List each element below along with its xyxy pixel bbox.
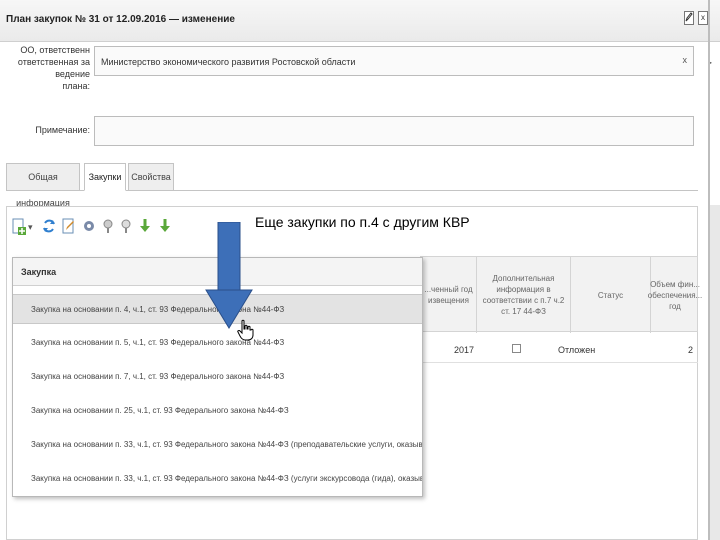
responsible-label-line2: ответственная за ведение (17, 57, 90, 79)
right-scrollbar[interactable] (710, 205, 720, 540)
responsible-label: ОО, ответственн ответственная за ведение… (4, 44, 90, 92)
tab-purchases[interactable]: Закупки (84, 163, 126, 191)
upload-icon[interactable] (158, 218, 172, 234)
dropdown-item-p5[interactable]: Закупка на основании п. 5, ч.1, ст. 93 Ф… (13, 328, 422, 358)
dropdown-caret-icon[interactable]: ▾ (28, 222, 33, 233)
table-row[interactable]: 2017 Отложен 2 (420, 337, 698, 363)
row-status: Отложен (558, 345, 596, 355)
plan-window: План закупок № 31 от 12.09.2016 — измене… (0, 0, 720, 540)
dropdown-item-p25[interactable]: Закупка на основании п. 25, ч.1, ст. 93 … (13, 396, 422, 426)
dropdown-item-p7[interactable]: Закупка на основании п. 7, ч.1, ст. 93 Ф… (13, 362, 422, 392)
settings-icon[interactable] (82, 218, 96, 234)
grid-header-volume[interactable]: Объем фин... обеспечения... год (648, 257, 702, 333)
row-checkbox[interactable] (512, 344, 521, 353)
grid-header-year[interactable]: ...ченный год извещения (421, 257, 477, 333)
row-year: 2017 (454, 345, 475, 355)
note-label: Примечание: (35, 125, 90, 135)
dropdown-item-p33-guide[interactable]: Закупка на основании п. 33, ч.1, ст. 93 … (13, 464, 422, 494)
refresh-icon[interactable] (42, 218, 56, 234)
window-title: План закупок № 31 от 12.09.2016 — измене… (6, 14, 235, 25)
responsible-value: Министерство экономического развития Рос… (101, 57, 356, 67)
down-arrow-icon (205, 222, 253, 329)
download-icon[interactable] (138, 218, 152, 234)
add-doc-icon[interactable] (12, 218, 26, 235)
clear-icon[interactable]: x (683, 55, 688, 65)
dropdown-item-p33-teaching[interactable]: Закупка на основании п. 33, ч.1, ст. 93 … (13, 430, 422, 460)
edit-doc-icon[interactable] (62, 218, 76, 234)
annotation-text: Еще закупки по п.4 с другим КВР (255, 214, 470, 230)
hand-cursor-icon (237, 319, 254, 341)
grid-header-status[interactable]: Статус (571, 257, 651, 333)
filter-clear-icon[interactable] (120, 218, 134, 234)
responsible-label-line3: плана: (62, 81, 90, 91)
responsible-field[interactable]: Министерство экономического развития Рос… (94, 46, 694, 76)
window-edge (708, 0, 710, 540)
close-button[interactable]: x (698, 11, 708, 25)
note-field[interactable] (94, 116, 694, 146)
responsible-label-line1: ОО, ответственн (20, 45, 90, 55)
row-volume: 2 (688, 345, 694, 355)
tab-properties[interactable]: Свойства (128, 163, 174, 191)
title-bar: План закупок № 31 от 12.09.2016 — измене… (0, 0, 720, 42)
tab-general-info[interactable]: Общая информация (6, 163, 80, 208)
grid-header-additional-info[interactable]: Дополнительная информация в соответствии… (477, 257, 571, 333)
filter-icon[interactable] (102, 218, 116, 234)
edit-icon[interactable] (684, 11, 694, 25)
grid-header: ...ченный год извещения Дополнительная и… (420, 256, 702, 333)
